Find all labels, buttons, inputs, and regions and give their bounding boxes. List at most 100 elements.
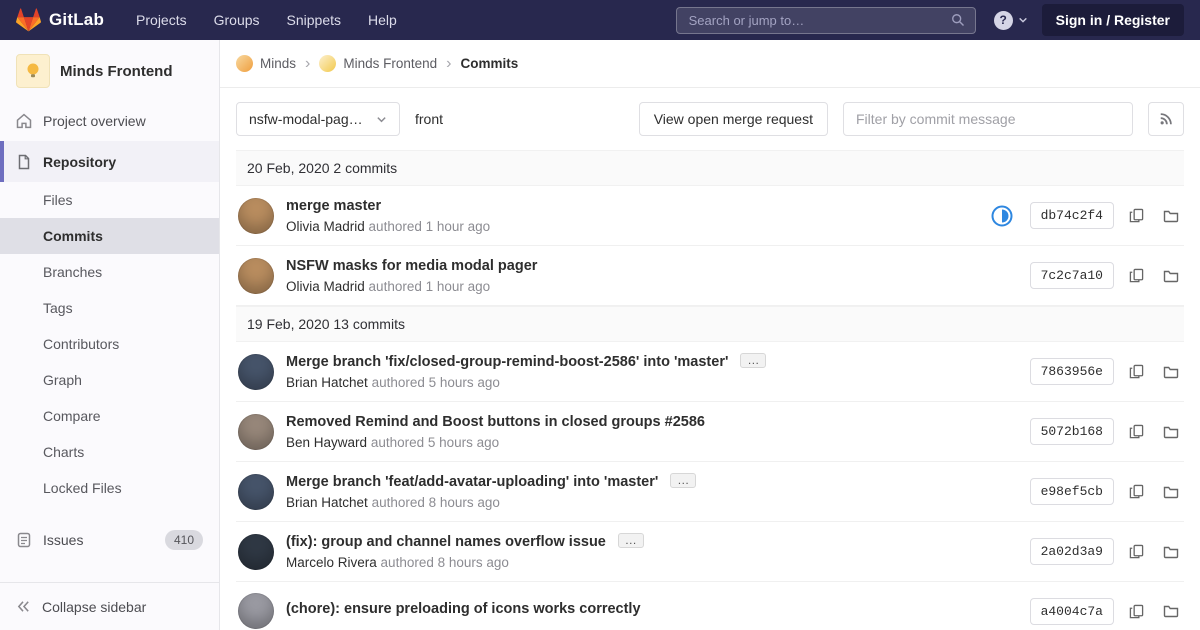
sign-in-register-button[interactable]: Sign in / Register [1042, 4, 1184, 36]
browse-files-button[interactable] [1158, 263, 1184, 289]
branch-selector-dropdown[interactable]: nsfw-modal-pag… [236, 102, 400, 136]
copy-sha-button[interactable] [1123, 359, 1149, 385]
commit-sha-link[interactable]: a4004c7a [1030, 598, 1114, 625]
minds-frontend-project-avatar [319, 55, 336, 72]
toggle-commit-description-button[interactable]: … [618, 533, 644, 548]
sidebar-item-branches[interactable]: Branches [0, 254, 219, 290]
breadcrumb-label: Minds [260, 56, 296, 71]
clipboard-icon [1129, 268, 1144, 283]
commit-author-link[interactable]: Marcelo Rivera [286, 555, 377, 570]
browse-files-button[interactable] [1158, 359, 1184, 385]
copy-sha-button[interactable] [1123, 263, 1149, 289]
author-avatar[interactable] [238, 258, 274, 294]
commit-meta: Brian Hatchet authored 8 hours ago [286, 495, 1014, 510]
commit-row: Merge branch 'feat/add-avatar-uploading'… [236, 462, 1184, 522]
commit-title-link[interactable]: (chore): ensure preloading of icons work… [286, 601, 641, 617]
toggle-commit-description-button[interactable]: … [670, 473, 696, 488]
issues-count-badge: 410 [165, 530, 203, 550]
breadcrumb-separator: › [305, 56, 310, 72]
document-icon [16, 154, 32, 170]
sidebar-item-label: Repository [43, 154, 116, 170]
ci-status-running-icon[interactable] [991, 205, 1013, 227]
browse-files-button[interactable] [1158, 203, 1184, 229]
commits-feed-button[interactable] [1148, 102, 1184, 136]
breadcrumb-minds[interactable]: Minds [236, 55, 296, 72]
sidebar-item-project-overview[interactable]: Project overview [0, 100, 219, 141]
nav-link-help[interactable]: Help [368, 12, 397, 28]
gitlab-wordmark: GitLab [49, 10, 104, 30]
commit-title-link[interactable]: merge master [286, 198, 381, 214]
repo-context-name: front [415, 111, 443, 127]
breadcrumb-separator: › [446, 56, 451, 72]
nav-link-snippets[interactable]: Snippets [287, 12, 341, 28]
breadcrumb-minds-frontend[interactable]: Minds Frontend [319, 55, 437, 72]
sidebar-item-tags[interactable]: Tags [0, 290, 219, 326]
collapse-sidebar-button[interactable]: Collapse sidebar [0, 582, 219, 630]
nav-link-groups[interactable]: Groups [214, 12, 260, 28]
sidebar-item-locked-files[interactable]: Locked Files [0, 470, 219, 506]
author-avatar[interactable] [238, 354, 274, 390]
author-avatar[interactable] [238, 593, 274, 629]
browse-files-button[interactable] [1158, 539, 1184, 565]
commit-sha-link[interactable]: 7863956e [1030, 358, 1114, 385]
project-header[interactable]: Minds Frontend [0, 40, 219, 100]
commit-actions: a4004c7a [1030, 598, 1184, 625]
browse-files-button[interactable] [1158, 598, 1184, 624]
commit-author-link[interactable]: Brian Hatchet [286, 375, 368, 390]
folder-icon [1163, 364, 1179, 380]
commit-sha-link[interactable]: 7c2c7a10 [1030, 262, 1114, 289]
commit-authored-time: authored 8 hours ago [372, 495, 500, 510]
commit-sha-link[interactable]: db74c2f4 [1030, 202, 1114, 229]
search-icon [951, 13, 965, 27]
commit-filter-input[interactable] [843, 102, 1133, 136]
global-search-box [676, 7, 976, 34]
commit-author-link[interactable]: Olivia Madrid [286, 219, 365, 234]
gitlab-home-link[interactable]: GitLab [16, 8, 104, 32]
commit-author-link[interactable]: Ben Hayward [286, 435, 367, 450]
browse-files-button[interactable] [1158, 419, 1184, 445]
commit-info: Merge branch 'fix/closed-group-remind-bo… [286, 353, 1014, 390]
sidebar-item-files[interactable]: Files [0, 182, 219, 218]
view-open-merge-request-button[interactable]: View open merge request [639, 102, 828, 136]
commit-title-link[interactable]: NSFW masks for media modal pager [286, 258, 537, 274]
commit-sha-link[interactable]: e98ef5cb [1030, 478, 1114, 505]
author-avatar[interactable] [238, 534, 274, 570]
copy-sha-button[interactable] [1123, 419, 1149, 445]
sidebar-item-commits[interactable]: Commits [0, 218, 219, 254]
commit-title-link[interactable]: Merge branch 'feat/add-avatar-uploading'… [286, 474, 658, 490]
browse-files-button[interactable] [1158, 479, 1184, 505]
commit-title-link[interactable]: Merge branch 'fix/closed-group-remind-bo… [286, 354, 728, 370]
commit-sha-link[interactable]: 5072b168 [1030, 418, 1114, 445]
sidebar-item-graph[interactable]: Graph [0, 362, 219, 398]
sidebar-item-issues[interactable]: Issues 410 [0, 519, 219, 561]
help-menu[interactable]: ? [994, 11, 1028, 30]
copy-sha-button[interactable] [1123, 203, 1149, 229]
commit-authored-time: authored 1 hour ago [369, 279, 491, 294]
project-sidebar: Minds Frontend Project overview Reposito… [0, 40, 220, 630]
global-search-input[interactable] [687, 12, 943, 29]
commit-title-link[interactable]: Removed Remind and Boost buttons in clos… [286, 414, 705, 430]
breadcrumb-label: Minds Frontend [343, 56, 437, 71]
nav-link-projects[interactable]: Projects [136, 12, 187, 28]
commit-author-link[interactable]: Brian Hatchet [286, 495, 368, 510]
commit-row: Removed Remind and Boost buttons in clos… [236, 402, 1184, 462]
commit-date-header: 19 Feb, 2020 13 commits [236, 306, 1184, 342]
copy-sha-button[interactable] [1123, 539, 1149, 565]
collapse-sidebar-label: Collapse sidebar [42, 599, 146, 615]
copy-sha-button[interactable] [1123, 479, 1149, 505]
sidebar-item-compare[interactable]: Compare [0, 398, 219, 434]
author-avatar[interactable] [238, 198, 274, 234]
commit-title-link[interactable]: (fix): group and channel names overflow … [286, 534, 606, 550]
sidebar-item-charts[interactable]: Charts [0, 434, 219, 470]
author-avatar[interactable] [238, 414, 274, 450]
sidebar-item-repository[interactable]: Repository [0, 141, 219, 182]
commit-meta: Marcelo Rivera authored 8 hours ago [286, 555, 1014, 570]
toggle-commit-description-button[interactable]: … [740, 353, 766, 368]
copy-sha-button[interactable] [1123, 598, 1149, 624]
sidebar-item-contributors[interactable]: Contributors [0, 326, 219, 362]
author-avatar[interactable] [238, 474, 274, 510]
commit-sha-link[interactable]: 2a02d3a9 [1030, 538, 1114, 565]
repository-submenu: Files Commits Branches Tags Contributors… [0, 182, 219, 506]
commits-toolbar: nsfw-modal-pag… front View open merge re… [220, 88, 1200, 150]
commit-author-link[interactable]: Olivia Madrid [286, 279, 365, 294]
